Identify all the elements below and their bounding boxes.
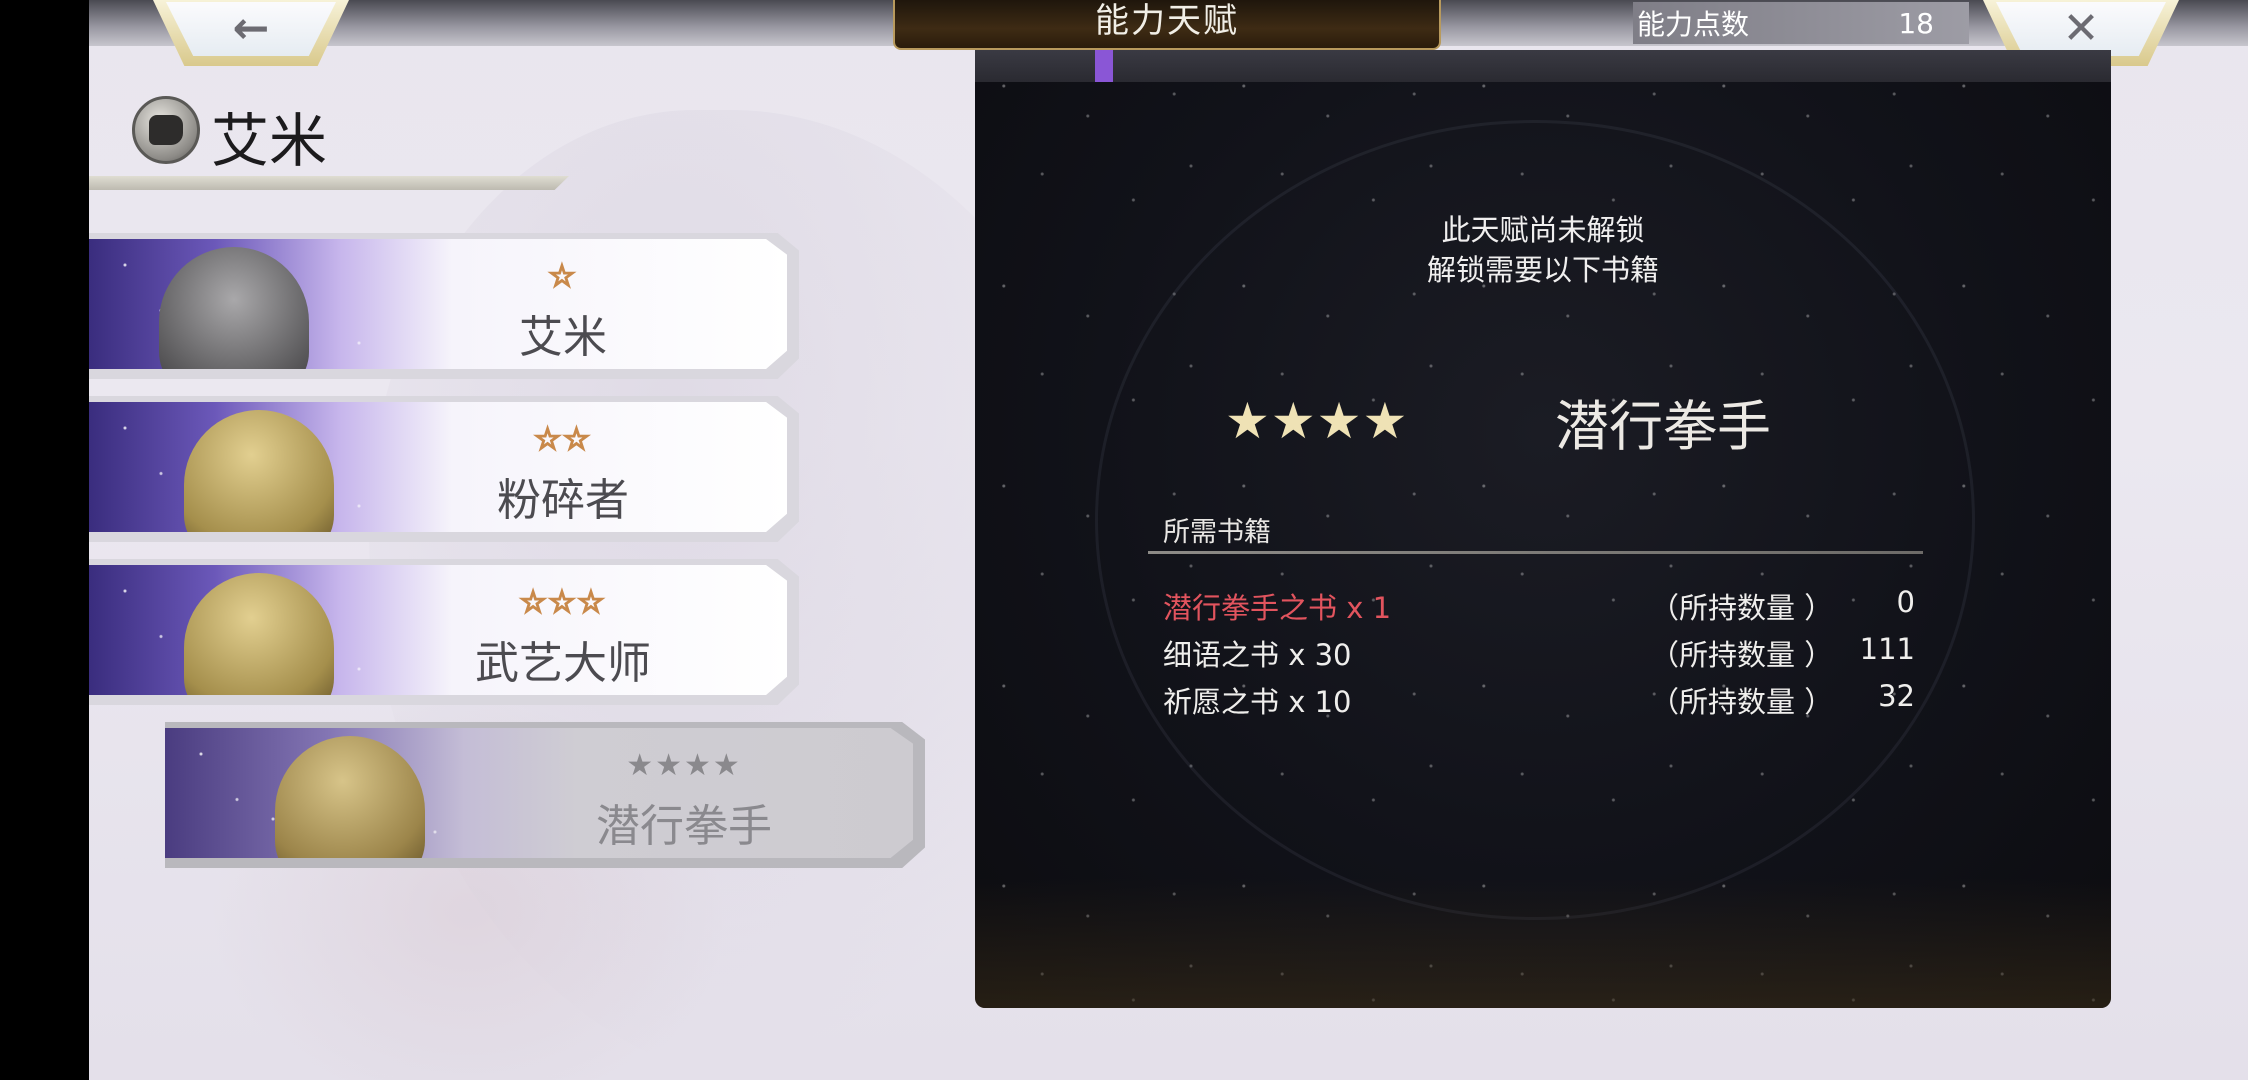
locked-message-line2: 解锁需要以下书籍 [1426, 253, 1659, 287]
locked-message-line1: 此天赋尚未解锁 [1441, 213, 1645, 247]
held-label: （所持数量 ） [1650, 685, 1834, 719]
back-button[interactable]: ← [153, 0, 349, 66]
required-books-header: 所需书籍 [1163, 517, 1271, 548]
job-card-3[interactable]: ☆☆☆ 武艺大师 [89, 559, 799, 705]
close-icon: ✕ [2062, 3, 2100, 54]
job-card-2[interactable]: ☆☆ 粉碎者 [89, 396, 799, 542]
book-name: 潜行拳手之书 x 1 [1163, 591, 1392, 625]
held-label: （所持数量 ） [1650, 638, 1834, 672]
book-name: 细语之书 x 30 [1163, 638, 1352, 672]
job-name: 艾米 [519, 312, 607, 363]
ability-points-value: 18 [1898, 6, 1934, 40]
book-row: 祈愿之书 x 10 （所持数量 ） 32 [1163, 679, 1915, 723]
job-name: 粉碎者 [497, 475, 629, 526]
held-label: （所持数量 ） [1650, 591, 1834, 625]
job-rank-stars: ☆ [548, 258, 578, 295]
job-card-1[interactable]: ☆ 艾米 [89, 233, 799, 379]
held-count: 111 [1859, 632, 1915, 666]
name-underline-divider [89, 176, 569, 190]
page-title: 能力天赋 [1095, 0, 1239, 41]
job-rank-stars: ★★★★ [626, 748, 742, 783]
character-name: 艾米 [211, 107, 328, 175]
panel-top-ornament [975, 50, 2111, 82]
fist-class-icon [132, 96, 200, 164]
book-row: 潜行拳手之书 x 1 （所持数量 ） 0 [1163, 585, 1915, 629]
back-arrow-icon: ← [232, 3, 270, 54]
detail-job-name: 潜行拳手 [1555, 395, 1771, 458]
held-count: 32 [1878, 679, 1915, 713]
ability-points-label: 能力点数 [1637, 8, 1750, 41]
page-title-plate: 能力天赋 [893, 0, 1441, 50]
ability-points-display: 能力点数 18 [1633, 2, 1969, 44]
job-card-4-selected[interactable]: ★★★★ 潜行拳手 [165, 722, 925, 868]
job-name: 武艺大师 [475, 638, 651, 689]
books-divider [1148, 551, 1923, 554]
held-count: 0 [1896, 585, 1915, 619]
book-name: 祈愿之书 x 10 [1163, 685, 1352, 719]
job-name: 潜行拳手 [596, 801, 772, 852]
talent-detail-panel [975, 50, 2111, 1008]
job-rank-stars: ☆☆ [533, 421, 592, 458]
book-row: 细语之书 x 30 （所持数量 ） 111 [1163, 632, 1915, 676]
scroll-indicator [1095, 50, 1113, 82]
panel-bottom-ornament [975, 878, 2111, 1008]
locked-message: 此天赋尚未解锁 解锁需要以下书籍 [975, 210, 2111, 290]
job-rank-stars: ☆☆☆ [519, 584, 607, 621]
detail-rank-stars: ★★★★ [1225, 392, 1409, 450]
